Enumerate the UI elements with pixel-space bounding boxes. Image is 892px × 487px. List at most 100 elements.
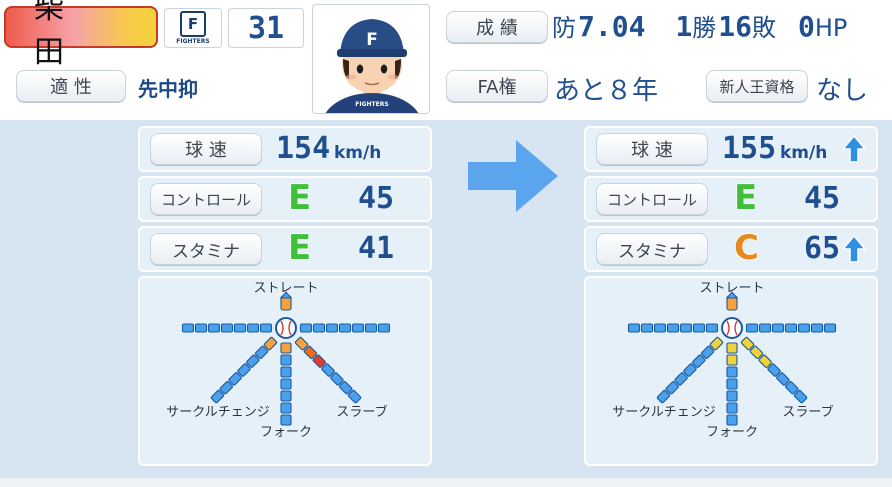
record-values: 防 7.04 1 勝 16 敗 0 HP xyxy=(552,8,847,48)
slurve-label: スラーブ xyxy=(782,404,833,420)
right-level-block xyxy=(325,323,339,333)
hp-value: 0 xyxy=(798,10,815,43)
before-speed-unit: km/h xyxy=(334,143,382,163)
right-level-block xyxy=(810,323,824,333)
fork-level-block xyxy=(726,366,738,378)
before-speed-label: 球 速 xyxy=(150,133,262,165)
right-level-block xyxy=(299,323,313,333)
before-stamina-grade: E xyxy=(287,227,312,269)
fork-label: フォーク xyxy=(706,425,758,440)
left-level-block xyxy=(246,323,260,333)
before-control-label: コントロール xyxy=(150,183,262,215)
era-label: 防 xyxy=(552,14,576,42)
fork-level-block xyxy=(280,342,292,354)
after-stamina-grade: C xyxy=(733,227,759,269)
left-level-block xyxy=(627,323,641,333)
after-speed-value: 155 xyxy=(722,131,777,166)
left-level-block xyxy=(194,323,208,333)
rookie-label: 新人王資格 xyxy=(706,70,808,102)
fork-level-block xyxy=(280,366,292,378)
straight-label: ストレート xyxy=(699,281,764,296)
after-stamina-value: 65 xyxy=(804,231,841,266)
fork-level-block xyxy=(280,402,292,414)
losses-value: 16 xyxy=(718,10,753,43)
team-logo-sub: FIGHTERS xyxy=(176,38,210,45)
fork-level-block xyxy=(726,342,738,354)
fa-value: あと８年 xyxy=(554,76,659,106)
right-arrow-icon xyxy=(468,140,558,212)
rookie-value: なし xyxy=(816,76,869,106)
name-plate: 柴 田 xyxy=(4,0,158,70)
aptitude-value: 先中抑 xyxy=(138,77,198,101)
after-speed-unit: km/h xyxy=(780,143,828,163)
baseball-icon xyxy=(275,317,297,339)
fork-level-block xyxy=(726,402,738,414)
left-level-block xyxy=(233,323,247,333)
left-level-block xyxy=(181,323,195,333)
right-level-block xyxy=(364,323,378,333)
team-logo: F FIGHTERS xyxy=(164,8,222,48)
wins-value: 1 xyxy=(675,10,693,43)
fork-level-block xyxy=(726,378,738,390)
uniform-number: 31 xyxy=(228,8,304,48)
era-value: 7.04 xyxy=(578,10,646,43)
left-level-block xyxy=(679,323,693,333)
avatar-portrait: FIGHTERS F xyxy=(325,19,419,113)
after-pitch-chart: ストレートサークルチェンジフォーク スラーブ xyxy=(612,281,837,440)
speed-up-arrow-icon xyxy=(842,135,866,163)
after-stamina-label: スタミナ xyxy=(596,233,708,265)
fork-level-block xyxy=(280,390,292,402)
wins-label: 勝 xyxy=(692,14,717,42)
right-level-block xyxy=(745,323,759,333)
fork-label: フォーク xyxy=(260,425,312,440)
right-level-block xyxy=(758,323,772,333)
player-name: 柴 田 xyxy=(34,0,82,70)
before-speed-value: 154 xyxy=(276,131,331,166)
left-level-block xyxy=(653,323,667,333)
before-control-value: 45 xyxy=(358,181,395,216)
aptitude-label: 適 性 xyxy=(16,70,126,102)
right-level-block xyxy=(823,323,837,333)
after-control-grade: E xyxy=(733,177,758,219)
left-level-block xyxy=(705,323,719,333)
before-control-grade: E xyxy=(287,177,312,219)
right-level-block xyxy=(338,323,352,333)
before-stamina-label: スタミナ xyxy=(150,233,262,265)
circle-change-label: サークルチェンジ xyxy=(612,405,716,420)
baseball-icon xyxy=(721,317,743,339)
right-level-block xyxy=(797,323,811,333)
circle-change-label: サークルチェンジ xyxy=(166,405,270,420)
left-level-block xyxy=(220,323,234,333)
avatar-shirt-text: FIGHTERS xyxy=(355,101,388,108)
left-level-block xyxy=(666,323,680,333)
fork-level-block xyxy=(280,378,292,390)
right-level-block xyxy=(377,323,391,333)
right-level-block xyxy=(771,323,785,333)
straight-label: ストレート xyxy=(253,281,318,296)
record-label: 成 績 xyxy=(446,11,548,43)
left-level-block xyxy=(640,323,654,333)
left-level-block xyxy=(692,323,706,333)
fa-label: FA権 xyxy=(446,70,548,102)
after-control-label: コントロール xyxy=(596,183,708,215)
after-control-value: 45 xyxy=(804,181,841,216)
avatar: FIGHTERS F xyxy=(312,4,430,114)
fork-level-block xyxy=(726,390,738,402)
fork-level-block xyxy=(280,414,292,426)
after-pitch-card: ストレートサークルチェンジフォーク スラーブ xyxy=(584,276,878,466)
right-level-block xyxy=(784,323,798,333)
fork-level-block xyxy=(280,354,292,366)
before-pitch-card: ストレートサークルチェンジフォーク スラーブ xyxy=(138,276,432,466)
slurve-label: スラーブ xyxy=(336,404,387,420)
before-stamina-value: 41 xyxy=(358,231,395,266)
after-speed-label: 球 速 xyxy=(596,133,708,165)
before-pitch-chart: ストレートサークルチェンジフォーク スラーブ xyxy=(166,281,391,440)
hp-label: HP xyxy=(814,14,848,42)
stamina-up-arrow-icon xyxy=(842,235,866,263)
fork-level-block xyxy=(726,414,738,426)
left-level-block xyxy=(259,323,273,333)
fork-level-block xyxy=(726,354,738,366)
losses-label: 敗 xyxy=(752,14,777,42)
left-level-block xyxy=(207,323,221,333)
right-level-block xyxy=(312,323,326,333)
